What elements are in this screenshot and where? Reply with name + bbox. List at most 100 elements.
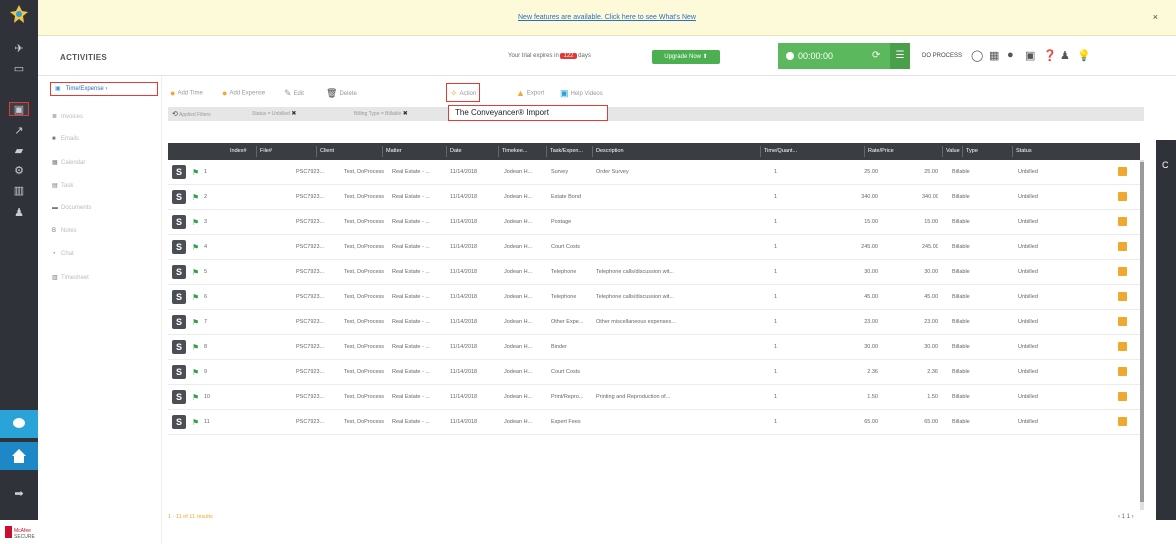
subnav-item-calendar[interactable]: ▦ Calendar <box>52 159 85 166</box>
column-separator[interactable] <box>942 146 943 157</box>
table-row[interactable]: S ⚑ 6 PSC7923... Test, DoProcess Real Estate … <box>168 285 1140 310</box>
edit-row-icon[interactable] <box>1118 242 1127 251</box>
edit-row-icon[interactable] <box>1118 417 1127 426</box>
upgrade-now-button[interactable]: Upgrade Now ⬆ <box>652 50 720 64</box>
action-button[interactable]: ✧ Action <box>446 83 481 102</box>
edit-row-icon[interactable] <box>1118 392 1127 401</box>
edit-row-icon[interactable] <box>1118 342 1127 351</box>
column-separator[interactable] <box>316 146 317 157</box>
filter-chip-billing[interactable]: Billing Type = Billable ✖ <box>354 110 408 117</box>
table-row[interactable]: S ⚑ 10 PSC7923... Test, DoProcess Real Estate… <box>168 385 1140 410</box>
flag-icon[interactable]: ⚑ <box>192 393 199 402</box>
contacts-icon[interactable]: ▣ <box>1025 49 1035 62</box>
column-header-description[interactable]: Description <box>596 148 624 154</box>
table-row[interactable]: S ⚑ 4 PSC7923... Test, DoProcess Real Estate … <box>168 235 1140 260</box>
column-separator[interactable] <box>592 146 593 157</box>
home-button[interactable] <box>0 442 38 470</box>
column-header-index[interactable]: Index# <box>230 148 247 154</box>
table-row[interactable]: S ⚑ 8 PSC7923... Test, DoProcess Real Estate … <box>168 335 1140 360</box>
expand-rail-icon[interactable]: ➡ <box>0 484 38 504</box>
edit-button[interactable]: ✎ Edit <box>284 88 304 99</box>
flag-icon[interactable]: ⚑ <box>192 168 199 177</box>
timer-menu-icon[interactable]: ☰ <box>890 43 910 69</box>
edit-row-icon[interactable] <box>1118 167 1127 176</box>
column-separator[interactable] <box>1012 146 1013 157</box>
add-expense-button[interactable]: ● Add Expense <box>222 88 265 98</box>
subnav-item-documents[interactable]: ▬ Documents <box>52 205 91 211</box>
subject-icon[interactable]: S <box>172 415 186 429</box>
filter-refresh-icon[interactable]: ⟲ <box>172 111 178 118</box>
activities-icon[interactable]: ▣ <box>9 102 29 116</box>
edit-row-icon[interactable] <box>1118 192 1127 201</box>
column-header-file[interactable]: File# <box>260 148 272 154</box>
filter-chip-status[interactable]: Status = Unbilled ✖ <box>252 110 296 117</box>
chat-bubble-icon[interactable]: ◯ <box>971 49 983 62</box>
table-row[interactable]: S ⚑ 5 PSC7923... Test, DoProcess Real Estate … <box>168 260 1140 285</box>
subject-icon[interactable]: S <box>172 165 186 179</box>
subject-icon[interactable]: S <box>172 290 186 304</box>
person-icon[interactable]: ♟ <box>9 206 29 220</box>
column-header-timekeeper[interactable]: Timekee... <box>502 148 527 154</box>
edit-row-icon[interactable] <box>1118 217 1127 226</box>
flag-icon[interactable]: ⚑ <box>192 293 199 302</box>
subnav-item-chat[interactable]: ◔ Chat <box>52 251 74 257</box>
remove-filter-icon[interactable]: ✖ <box>291 111 296 117</box>
subject-icon[interactable]: S <box>172 240 186 254</box>
chat-button[interactable] <box>0 410 38 438</box>
column-header-type[interactable]: Type <box>966 148 978 154</box>
subnav-item-invoices[interactable]: ≣ Invoices <box>52 113 83 120</box>
flag-icon[interactable]: ⚑ <box>192 318 199 327</box>
subject-icon[interactable]: S <box>172 340 186 354</box>
settings-icon[interactable]: ⚙ <box>9 164 29 178</box>
briefcase-icon[interactable]: ✈ <box>9 42 29 56</box>
subject-icon[interactable]: S <box>172 315 186 329</box>
column-header-task[interactable]: Task/Expen... <box>550 148 583 154</box>
edit-row-icon[interactable] <box>1118 367 1127 376</box>
subject-icon[interactable]: S <box>172 365 186 379</box>
table-row[interactable]: S ⚑ 2 PSC7923... Test, DoProcess Real Estate … <box>168 185 1140 210</box>
user-icon[interactable]: ♟ <box>1060 49 1070 62</box>
column-header-status[interactable]: Status <box>1016 148 1032 154</box>
edit-row-icon[interactable] <box>1118 267 1127 276</box>
subject-icon[interactable]: S <box>172 215 186 229</box>
panel-toggle-icon[interactable]: C <box>1162 160 1169 170</box>
flag-icon[interactable]: ⚑ <box>192 193 199 202</box>
subject-icon[interactable]: S <box>172 390 186 404</box>
column-separator[interactable] <box>546 146 547 157</box>
export-button[interactable]: ▲ Export <box>516 88 544 98</box>
subnav-item-emails[interactable]: ■ Emails <box>52 136 79 142</box>
column-separator[interactable] <box>962 146 963 157</box>
table-row[interactable]: S ⚑ 1 PSC7923... Test, DoProcess Real Estate … <box>168 160 1140 185</box>
column-header-value[interactable]: Value <box>946 148 960 154</box>
whats-new-link[interactable]: New features are available. Click here t… <box>38 14 1176 21</box>
column-header-client[interactable]: Client <box>320 148 334 154</box>
help-videos-button[interactable]: ▣ Help Videos <box>560 88 603 99</box>
table-row[interactable]: S ⚑ 9 PSC7923... Test, DoProcess Real Estate … <box>168 360 1140 385</box>
banner-close-icon[interactable]: × <box>1153 12 1158 22</box>
flag-icon[interactable]: ⚑ <box>192 218 199 227</box>
subnav-item-notes[interactable]: B Notes <box>52 228 77 234</box>
subject-icon[interactable]: S <box>172 265 186 279</box>
table-row[interactable]: S ⚑ 11 PSC7923... Test, DoProcess Real Estate… <box>168 410 1140 435</box>
folder-icon[interactable]: ▭ <box>9 62 29 76</box>
column-header-qty[interactable]: Time/Quant... <box>764 148 797 154</box>
column-separator[interactable] <box>864 146 865 157</box>
help-icon[interactable]: ❓ <box>1043 49 1057 62</box>
table-row[interactable]: S ⚑ 7 PSC7923... Test, DoProcess Real Estate … <box>168 310 1140 335</box>
flag-icon[interactable]: ⚑ <box>192 268 199 277</box>
lightbulb-icon[interactable]: 💡 <box>1077 49 1091 62</box>
flag-icon[interactable]: ⚑ <box>192 243 199 252</box>
add-time-button[interactable]: ● Add Time <box>170 88 203 98</box>
subnav-item-time-expense[interactable]: ▣ Time/Expense › <box>50 82 158 96</box>
subnav-item-timesheet[interactable]: ▥ Timesheet <box>52 274 89 281</box>
timer-play-icon[interactable] <box>786 52 794 60</box>
subject-icon[interactable]: S <box>172 190 186 204</box>
flag-icon[interactable]: ⚑ <box>192 368 199 377</box>
scrollbar-thumb[interactable] <box>1140 162 1144 502</box>
column-separator[interactable] <box>382 146 383 157</box>
right-collapsed-panel[interactable]: C <box>1156 140 1176 520</box>
delete-button[interactable]: 🗑 Delete <box>326 88 357 99</box>
subnav-item-task[interactable]: ▤ Task <box>52 182 73 189</box>
edit-row-icon[interactable] <box>1118 292 1127 301</box>
column-separator[interactable] <box>256 146 257 157</box>
